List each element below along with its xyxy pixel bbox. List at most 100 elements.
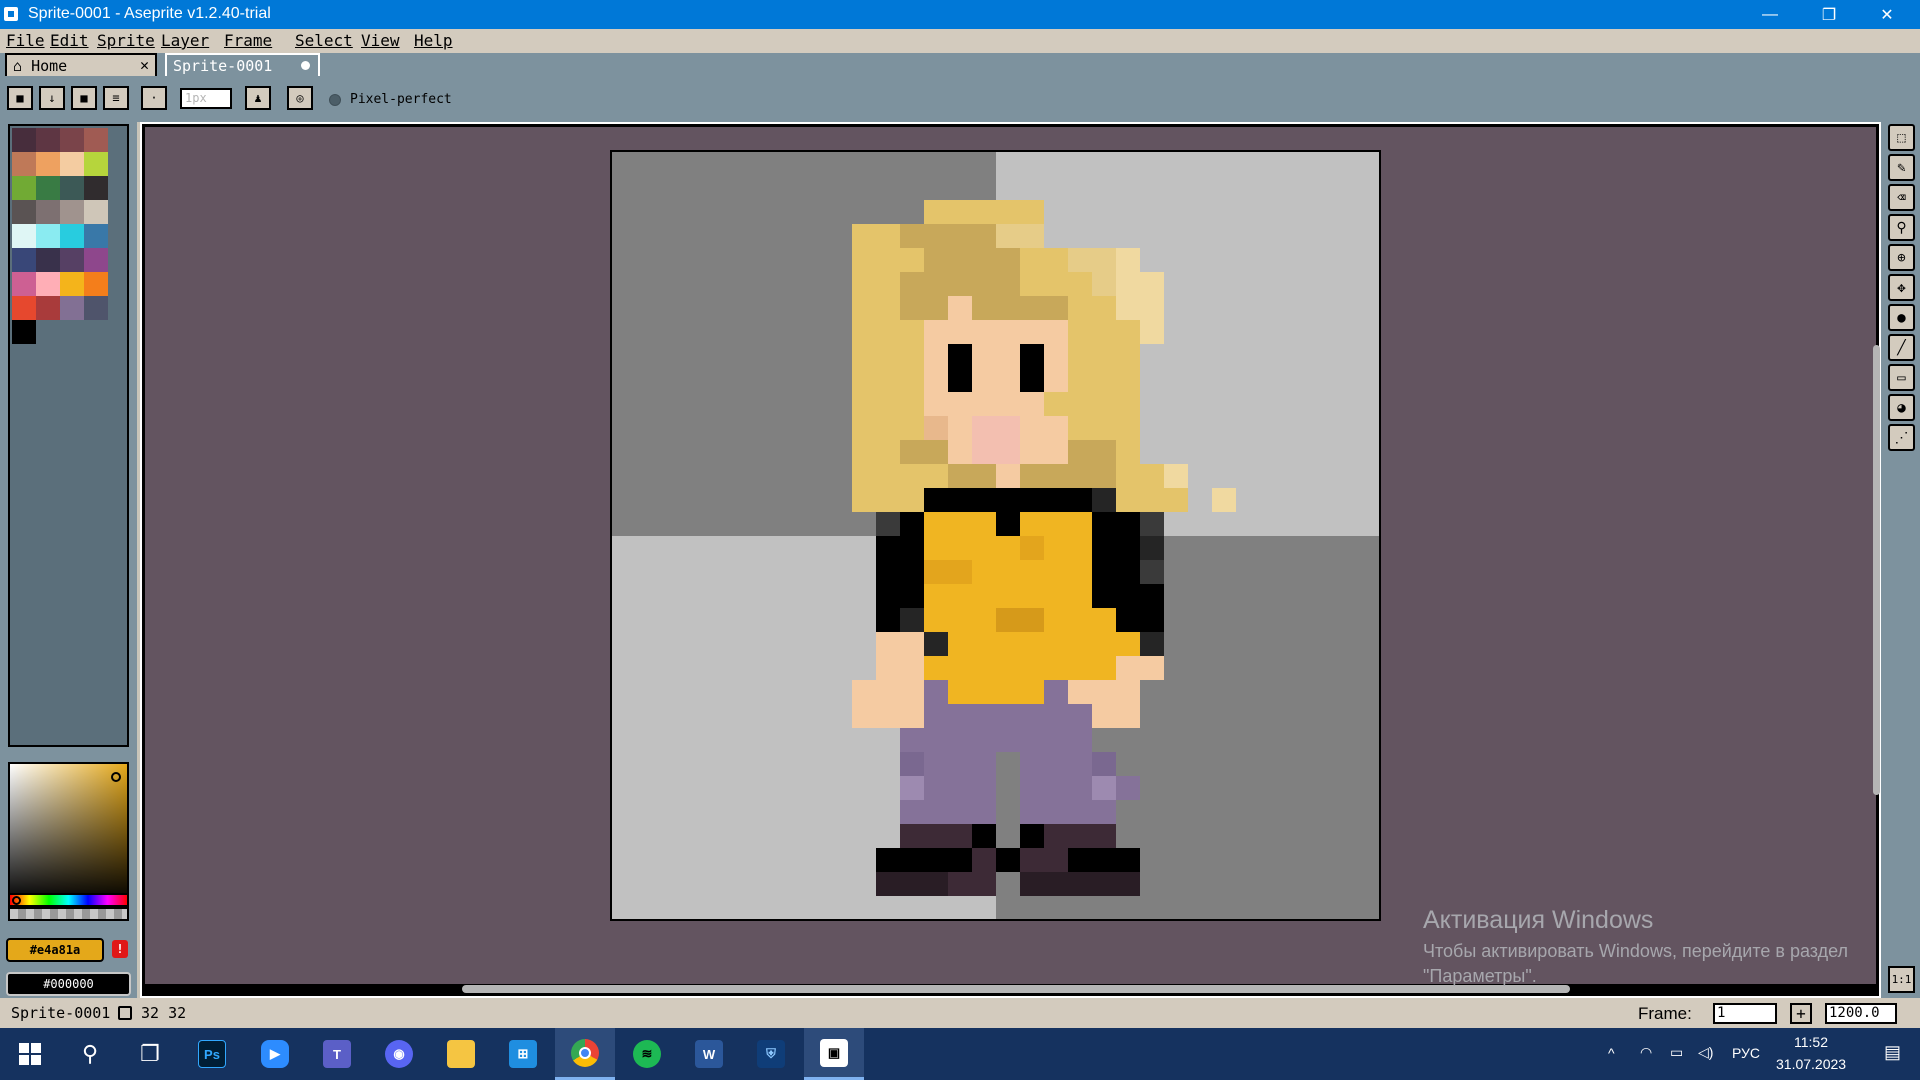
menu-view[interactable]: View bbox=[361, 31, 400, 50]
color-spectrum[interactable] bbox=[8, 762, 129, 904]
brush-type-button[interactable]: · bbox=[141, 86, 167, 110]
word-button[interactable]: W bbox=[679, 1028, 739, 1080]
palette-swatch[interactable] bbox=[60, 224, 84, 248]
palette-swatch[interactable] bbox=[84, 248, 108, 272]
minimize-button[interactable]: — bbox=[1741, 0, 1799, 29]
spectrum-cursor[interactable] bbox=[111, 772, 121, 782]
zoom-input[interactable]: 1200.0 bbox=[1825, 1003, 1897, 1024]
menu-select[interactable]: Select bbox=[295, 31, 353, 50]
sprite-canvas[interactable] bbox=[610, 150, 1381, 921]
palette-swatch[interactable] bbox=[84, 272, 108, 296]
photoshop-button[interactable]: Ps bbox=[182, 1028, 242, 1080]
palette-swatch[interactable] bbox=[36, 152, 60, 176]
palette-swatch[interactable] bbox=[60, 176, 84, 200]
palette-swatch[interactable] bbox=[60, 128, 84, 152]
wifi-icon[interactable]: ◠ bbox=[1640, 1044, 1652, 1061]
tool-paint-bucket[interactable]: ● bbox=[1888, 304, 1915, 331]
palette-swatch[interactable] bbox=[60, 296, 84, 320]
discord-button[interactable]: ◉ bbox=[369, 1028, 429, 1080]
menu-file[interactable]: File bbox=[6, 31, 45, 50]
menu-frame[interactable]: Frame bbox=[224, 31, 272, 50]
palette-swatch[interactable] bbox=[60, 248, 84, 272]
tool-zoom[interactable]: ⊕ bbox=[1888, 244, 1915, 271]
tab-close-button[interactable]: ✕ bbox=[140, 56, 149, 74]
palette-swatch[interactable] bbox=[60, 152, 84, 176]
tool-rectangle[interactable]: ▭ bbox=[1888, 364, 1915, 391]
palette-swatch[interactable] bbox=[36, 296, 60, 320]
add-frame-button[interactable]: + bbox=[1790, 1003, 1812, 1024]
brush-size-input[interactable]: 1px bbox=[180, 88, 232, 109]
palette-swatch[interactable] bbox=[12, 296, 36, 320]
opacity-button[interactable]: ◎ bbox=[287, 86, 313, 110]
tab-sprite-0001[interactable]: Sprite-0001 bbox=[165, 53, 320, 76]
palette-swatch[interactable] bbox=[12, 320, 36, 344]
alpha-slider[interactable] bbox=[8, 907, 129, 921]
ink-button[interactable]: ♟ bbox=[245, 86, 271, 110]
palette-swatch[interactable] bbox=[36, 176, 60, 200]
tool-eraser[interactable]: ⌫ bbox=[1888, 184, 1915, 211]
menu-help[interactable]: Help bbox=[414, 31, 453, 50]
tool-pencil[interactable]: ✎ bbox=[1888, 154, 1915, 181]
palette-swatch[interactable] bbox=[12, 152, 36, 176]
palette-swatch[interactable] bbox=[12, 272, 36, 296]
palette-swatch[interactable] bbox=[84, 128, 108, 152]
palette-swatch[interactable] bbox=[60, 200, 84, 224]
vertical-scrollbar[interactable] bbox=[1873, 345, 1880, 795]
store-button[interactable]: ⊞ bbox=[493, 1028, 553, 1080]
file-explorer-button[interactable] bbox=[431, 1028, 491, 1080]
warning-icon[interactable]: ! bbox=[112, 940, 128, 958]
palette-swatch[interactable] bbox=[84, 176, 108, 200]
palette-swatch[interactable] bbox=[36, 200, 60, 224]
restore-button[interactable]: ❐ bbox=[1800, 0, 1858, 29]
frame-input[interactable]: 1 bbox=[1713, 1003, 1777, 1024]
foreground-color-swatch[interactable]: #e4a81a bbox=[6, 938, 104, 962]
brush-square-button[interactable]: ■ bbox=[71, 86, 97, 110]
palette-swatch[interactable] bbox=[84, 200, 108, 224]
palette-swatch[interactable] bbox=[84, 296, 108, 320]
palette-swatch[interactable] bbox=[60, 272, 84, 296]
palette-swatch[interactable] bbox=[12, 248, 36, 272]
palette-swatch[interactable] bbox=[12, 224, 36, 248]
palette-swatch[interactable] bbox=[84, 224, 108, 248]
notifications-icon[interactable]: ▤ bbox=[1884, 1042, 1901, 1063]
zoom-reset-button[interactable]: 1:1 bbox=[1888, 966, 1915, 993]
pixel-perfect-checkbox[interactable] bbox=[329, 94, 341, 106]
search-button[interactable]: ⚲ bbox=[60, 1028, 120, 1080]
unsaved-dot-icon[interactable] bbox=[301, 61, 310, 70]
start-button[interactable] bbox=[0, 1028, 60, 1080]
palette-swatch[interactable] bbox=[36, 272, 60, 296]
palette-swatch[interactable] bbox=[12, 200, 36, 224]
palette-swatch[interactable] bbox=[84, 152, 108, 176]
tool-marquee[interactable]: ⬚ bbox=[1888, 124, 1915, 151]
aseprite-button[interactable]: ▣ bbox=[804, 1028, 864, 1080]
brush-lines-button[interactable]: ≡ bbox=[103, 86, 129, 110]
clock-time[interactable]: 11:52 bbox=[1794, 1034, 1828, 1050]
tool-blur[interactable]: ⋰ bbox=[1888, 424, 1915, 451]
palette-swatch[interactable] bbox=[12, 128, 36, 152]
palette-swatch[interactable] bbox=[12, 176, 36, 200]
tab-home[interactable]: ⌂ Home ✕ bbox=[5, 53, 157, 76]
canvas-area[interactable]: Активация Windows Чтобы активировать Win… bbox=[145, 127, 1880, 993]
task-view-button[interactable]: ❐ bbox=[120, 1028, 180, 1080]
tool-eyedropper[interactable]: ⚲ bbox=[1888, 214, 1915, 241]
brush-down-button[interactable]: ↓ bbox=[39, 86, 65, 110]
clock-date[interactable]: 31.07.2023 bbox=[1776, 1056, 1846, 1072]
tray-chevron-icon[interactable]: ^ bbox=[1608, 1045, 1615, 1061]
background-color-swatch[interactable]: #000000 bbox=[6, 972, 131, 996]
lock-alpha-button[interactable]: ■ bbox=[7, 86, 33, 110]
zoom-app-button[interactable]: ▶ bbox=[245, 1028, 305, 1080]
menu-edit[interactable]: Edit bbox=[50, 31, 89, 50]
battery-icon[interactable]: ▭ bbox=[1670, 1044, 1683, 1061]
hue-cursor[interactable] bbox=[12, 896, 21, 905]
tool-line[interactable]: ╱ bbox=[1888, 334, 1915, 361]
horizontal-scrollbar[interactable] bbox=[462, 985, 1570, 993]
close-button[interactable]: ✕ bbox=[1858, 0, 1916, 29]
language-indicator[interactable]: РУС bbox=[1732, 1045, 1760, 1061]
palette-swatch[interactable] bbox=[36, 128, 60, 152]
volume-icon[interactable]: ◁) bbox=[1698, 1044, 1713, 1061]
palette-swatch[interactable] bbox=[36, 224, 60, 248]
teams-button[interactable]: T bbox=[307, 1028, 367, 1080]
spotify-button[interactable]: ≋ bbox=[617, 1028, 677, 1080]
hue-slider[interactable] bbox=[8, 893, 129, 907]
chrome-button[interactable] bbox=[555, 1028, 615, 1080]
